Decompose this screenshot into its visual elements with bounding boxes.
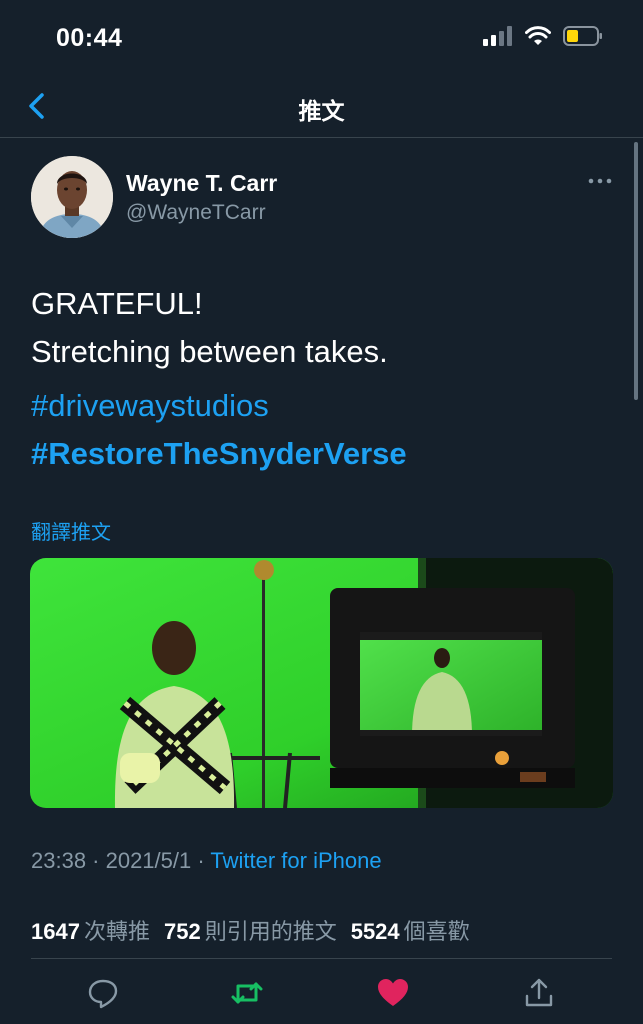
status-bar: 00:44 bbox=[0, 0, 643, 76]
timestamp: 23:38 · 2021/5/1 · bbox=[31, 848, 211, 873]
author-name[interactable]: Wayne T. Carr bbox=[126, 170, 277, 197]
divider bbox=[31, 958, 612, 959]
scrollbar[interactable] bbox=[634, 142, 638, 400]
more-options-button[interactable] bbox=[588, 174, 612, 186]
tweet-text-line: Stretching between takes. bbox=[31, 334, 388, 369]
quotes-stat[interactable]: 752 則引用的推文 bbox=[164, 914, 337, 946]
quotes-count: 752 bbox=[163, 919, 201, 944]
likes-label: 個喜歡 bbox=[403, 919, 470, 944]
wifi-icon bbox=[525, 26, 551, 45]
translate-tweet-link[interactable]: 翻譯推文 bbox=[31, 516, 111, 545]
tweet-text: GRATEFUL! Stretching between takes. bbox=[31, 280, 388, 376]
avatar[interactable] bbox=[31, 156, 113, 238]
share-icon bbox=[525, 978, 553, 1007]
like-icon bbox=[378, 979, 408, 1006]
hashtag-link[interactable]: #drivewaystudios bbox=[31, 388, 269, 424]
page-title: 推文 bbox=[298, 98, 345, 124]
like-button[interactable] bbox=[376, 976, 410, 1010]
source-link[interactable]: Twitter for iPhone bbox=[210, 848, 381, 873]
battery-icon bbox=[563, 26, 602, 46]
retweets-stat[interactable]: 1647 次轉推 bbox=[31, 914, 150, 946]
nav-bar: 推文 bbox=[0, 76, 643, 138]
status-time: 00:44 bbox=[56, 24, 123, 52]
retweets-count: 1647 bbox=[31, 919, 80, 944]
likes-count: 5524 bbox=[350, 919, 400, 944]
reply-button[interactable] bbox=[86, 976, 120, 1010]
tweet-text-line: GRATEFUL! bbox=[31, 286, 203, 321]
tweet-meta: 23:38 · 2021/5/1 · Twitter for iPhone bbox=[31, 848, 382, 874]
tweet-media-photo[interactable] bbox=[30, 558, 613, 808]
status-icons bbox=[483, 26, 603, 46]
retweets-label: 次轉推 bbox=[83, 919, 150, 944]
tweet-detail: Wayne T. Carr @WayneTCarr GRATEFUL! Stre… bbox=[0, 138, 643, 1024]
reply-icon bbox=[88, 979, 118, 1009]
more-horizontal-icon bbox=[588, 178, 612, 184]
hashtag-link[interactable]: #RestoreTheSnyderVerse bbox=[31, 436, 407, 472]
author-handle[interactable]: @WayneTCarr bbox=[126, 201, 266, 225]
quotes-label: 則引用的推文 bbox=[204, 919, 337, 944]
tweet-actions bbox=[0, 974, 643, 1014]
likes-stat[interactable]: 5524 個喜歡 bbox=[351, 914, 470, 946]
retweet-icon bbox=[231, 982, 263, 1004]
share-button[interactable] bbox=[522, 976, 556, 1010]
retweet-button[interactable] bbox=[230, 976, 264, 1010]
tweet-stats: 1647 次轉推 752 則引用的推文 5524 個喜歡 bbox=[31, 914, 470, 946]
cellular-signal-icon bbox=[483, 26, 512, 46]
